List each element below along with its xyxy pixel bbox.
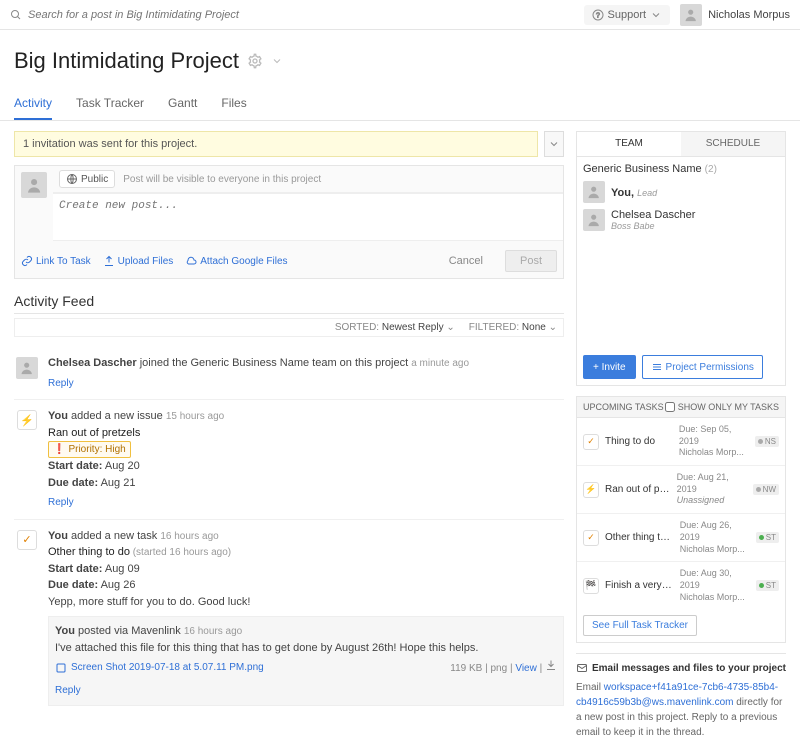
- tab-team[interactable]: TEAM: [577, 132, 681, 156]
- download-icon[interactable]: [545, 659, 557, 671]
- issue-icon: ⚡: [17, 410, 37, 430]
- task-row[interactable]: 🏁 Finish a very importa... Due: Aug 30, 20…: [577, 562, 785, 609]
- task-due: Due: Aug 26, 2019Nicholas Morp...: [680, 520, 750, 555]
- attachment-icon: [55, 662, 67, 674]
- invitation-notice: 1 invitation was sent for this project.: [14, 131, 538, 157]
- compose-box: Public Post will be visible to everyone …: [14, 165, 564, 279]
- current-user[interactable]: Nicholas Morpus: [680, 4, 790, 26]
- support-label: Support: [608, 9, 647, 21]
- task-status-badge: NW: [753, 484, 779, 495]
- email-heading: Email messages and files to your project: [576, 662, 786, 674]
- feed-item: ⚡ You added a new issue 15 hours ago Ran…: [14, 400, 564, 520]
- avatar: [16, 357, 38, 379]
- task-status-badge: ST: [756, 532, 779, 543]
- task-icon: ✓: [583, 434, 599, 450]
- reply-link[interactable]: Reply: [48, 495, 74, 510]
- task-icon: ✓: [583, 530, 599, 546]
- avatar: [583, 209, 605, 231]
- task-title: Other thing to do: [48, 546, 130, 558]
- tab-schedule[interactable]: SCHEDULE: [681, 132, 785, 156]
- help-icon: ?: [592, 9, 604, 21]
- task-name: Other thing to do: [605, 532, 674, 543]
- task-icon: ✓: [17, 530, 37, 550]
- svg-text:?: ?: [596, 12, 600, 19]
- nested-post: You posted via Mavenlink 16 hours ago I'…: [48, 616, 564, 706]
- task-name: Thing to do: [605, 436, 673, 447]
- feed-item: ✓ You added a new task 16 hours ago Othe…: [14, 520, 564, 714]
- nested-body: I've attached this file for this thing t…: [55, 640, 557, 657]
- gear-icon[interactable]: [247, 53, 263, 69]
- permissions-icon: [651, 361, 663, 373]
- task-row[interactable]: ✓ Other thing to do Due: Aug 26, 2019Nicho…: [577, 514, 785, 562]
- see-full-task-tracker[interactable]: See Full Task Tracker: [583, 615, 697, 636]
- email-body: Email workspace+f41a91ce-7cb6-4735-85b4-…: [576, 680, 786, 740]
- mail-icon: [576, 662, 588, 674]
- tab-task-tracker[interactable]: Task Tracker: [76, 88, 144, 120]
- task-due: Due: Aug 21, 2019Unassigned: [677, 472, 747, 507]
- cloud-icon: [185, 255, 197, 267]
- support-button[interactable]: ? Support: [584, 5, 671, 25]
- upcoming-heading: UPCOMING TASKS: [583, 402, 664, 412]
- upload-files[interactable]: Upload Files: [103, 255, 174, 267]
- filter-control[interactable]: FILTERED: None ⌄: [469, 322, 557, 333]
- avatar: [21, 172, 47, 198]
- task-due: Due: Aug 30, 2019Nicholas Morp...: [680, 568, 750, 603]
- sort-control[interactable]: SORTED: Newest Reply ⌄: [335, 322, 455, 333]
- tab-activity[interactable]: Activity: [14, 88, 52, 120]
- visibility-pill[interactable]: Public: [59, 170, 115, 188]
- globe-icon: [66, 173, 78, 185]
- search-input[interactable]: [28, 9, 328, 21]
- project-tabs: Activity Task Tracker Gantt Files: [0, 88, 800, 121]
- search-icon: [10, 9, 22, 21]
- task-due: Due: Sep 05, 2019Nicholas Morp...: [679, 424, 749, 459]
- chevron-down-icon: [650, 9, 662, 21]
- team-name: Generic Business Name (2): [583, 163, 779, 175]
- compose-textarea[interactable]: [53, 193, 563, 241]
- reply-link[interactable]: Reply: [48, 376, 74, 391]
- page-title: Big Intimidating Project: [14, 48, 239, 74]
- show-only-my-tasks[interactable]: SHOW ONLY MY TASKS: [665, 402, 779, 412]
- visibility-text: Post will be visible to everyone in this…: [123, 174, 321, 185]
- issue-title: Ran out of pretzels: [48, 425, 564, 442]
- view-link[interactable]: View: [515, 663, 537, 674]
- task-icon: 🏁: [583, 578, 599, 594]
- task-name: Finish a very importa...: [605, 580, 674, 591]
- team-member: You, Lead: [583, 181, 779, 203]
- link-to-task[interactable]: Link To Task: [21, 255, 91, 267]
- tab-gantt[interactable]: Gantt: [168, 88, 197, 120]
- user-name-label: Nicholas Morpus: [708, 9, 790, 21]
- task-name: Ran out of pretzels: [605, 484, 671, 495]
- project-permissions-button[interactable]: Project Permissions: [642, 355, 763, 379]
- priority-badge: ❗Priority: High: [48, 441, 131, 458]
- reply-link[interactable]: Reply: [55, 683, 81, 698]
- tab-files[interactable]: Files: [221, 88, 246, 120]
- team-member: Chelsea DascherBoss Babe: [583, 209, 779, 231]
- upcoming-tasks: UPCOMING TASKS SHOW ONLY MY TASKS ✓ Thing…: [576, 396, 786, 643]
- invite-button[interactable]: + Invite: [583, 355, 636, 379]
- avatar: [583, 181, 605, 203]
- task-note: Yepp, more stuff for you to do. Good luc…: [48, 594, 564, 611]
- task-status-badge: ST: [756, 580, 779, 591]
- cancel-button[interactable]: Cancel: [439, 251, 493, 271]
- task-icon: ⚡: [583, 482, 599, 498]
- feed-item: Chelsea Dascher joined the Generic Busin…: [14, 347, 564, 400]
- attach-google-files[interactable]: Attach Google Files: [185, 255, 287, 267]
- chevron-down-icon: [548, 138, 560, 150]
- link-icon: [21, 255, 33, 267]
- feed-heading: Activity Feed: [14, 293, 564, 309]
- upload-icon: [103, 255, 115, 267]
- task-row[interactable]: ✓ Thing to do Due: Sep 05, 2019Nicholas Mo…: [577, 418, 785, 466]
- collapse-button[interactable]: [544, 131, 564, 157]
- task-status-badge: NS: [755, 436, 779, 447]
- avatar: [680, 4, 702, 26]
- post-button[interactable]: Post: [505, 250, 557, 272]
- task-row[interactable]: ⚡ Ran out of pretzels Due: Aug 21, 2019Una…: [577, 466, 785, 514]
- attachment-name[interactable]: Screen Shot 2019-07-18 at 5.07.11 PM.png: [71, 660, 264, 675]
- chevron-down-icon[interactable]: [271, 55, 283, 67]
